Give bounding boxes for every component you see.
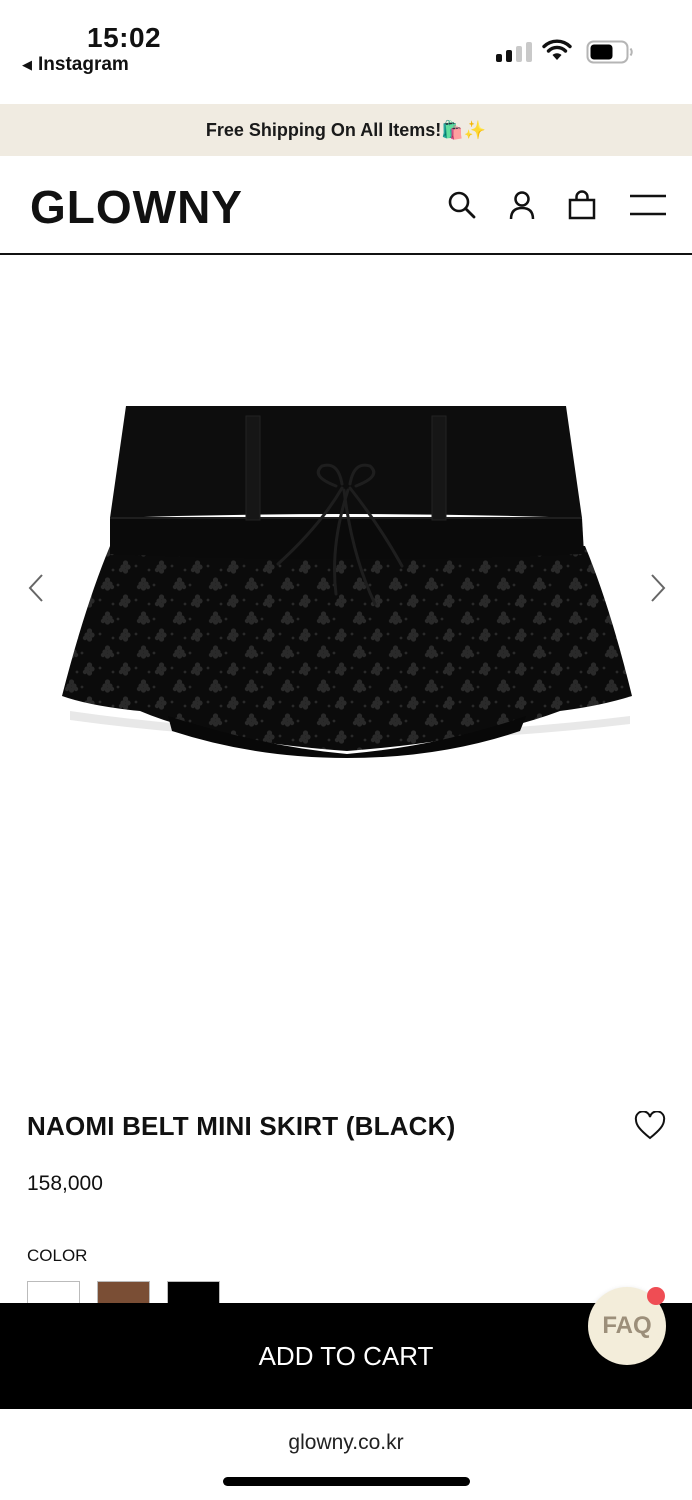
status-bar: 15:02 ◀ Instagram [0, 0, 692, 104]
site-header: GLOWNY [0, 156, 692, 255]
search-icon[interactable] [446, 189, 478, 221]
home-indicator[interactable] [223, 1477, 470, 1486]
next-image-arrow-icon[interactable] [646, 572, 670, 604]
menu-icon[interactable] [628, 189, 668, 221]
add-to-cart-label: ADD TO CART [258, 1340, 434, 1371]
site-logo[interactable]: GLOWNY [30, 180, 243, 234]
bag-icon[interactable] [566, 189, 598, 221]
color-swatch-white[interactable] [27, 1281, 80, 1305]
url-text: glowny.co.kr [288, 1431, 404, 1454]
back-app-label: Instagram [38, 54, 129, 75]
wishlist-heart-icon[interactable] [634, 1111, 666, 1141]
clock: 15:02 [87, 22, 162, 53]
account-icon[interactable] [506, 189, 538, 221]
color-swatch-brown[interactable] [97, 1281, 150, 1305]
wifi-icon [542, 39, 572, 60]
browser-url-bar[interactable]: glowny.co.kr [0, 1409, 692, 1500]
battery-icon [586, 40, 633, 64]
cellular-signal-icon [496, 42, 532, 62]
faq-notification-dot [647, 1287, 665, 1305]
product-price: 158,000 [27, 1172, 103, 1195]
announcement-bar[interactable]: Free Shipping On All Items!🛍️✨ [0, 104, 692, 156]
color-label: COLOR [27, 1246, 88, 1265]
product-title: NAOMI BELT MINI SKIRT (BLACK) [27, 1111, 456, 1141]
back-triangle-icon: ◀ [22, 57, 32, 72]
faq-label: FAQ [602, 1312, 652, 1339]
back-to-app-button[interactable]: ◀ Instagram [22, 54, 129, 76]
previous-image-arrow-icon[interactable] [24, 572, 48, 604]
color-swatch-black[interactable] [167, 1281, 220, 1305]
product-gallery[interactable] [0, 256, 692, 1076]
announcement-text: Free Shipping On All Items!🛍️✨ [205, 119, 487, 140]
product-image [62, 406, 632, 758]
